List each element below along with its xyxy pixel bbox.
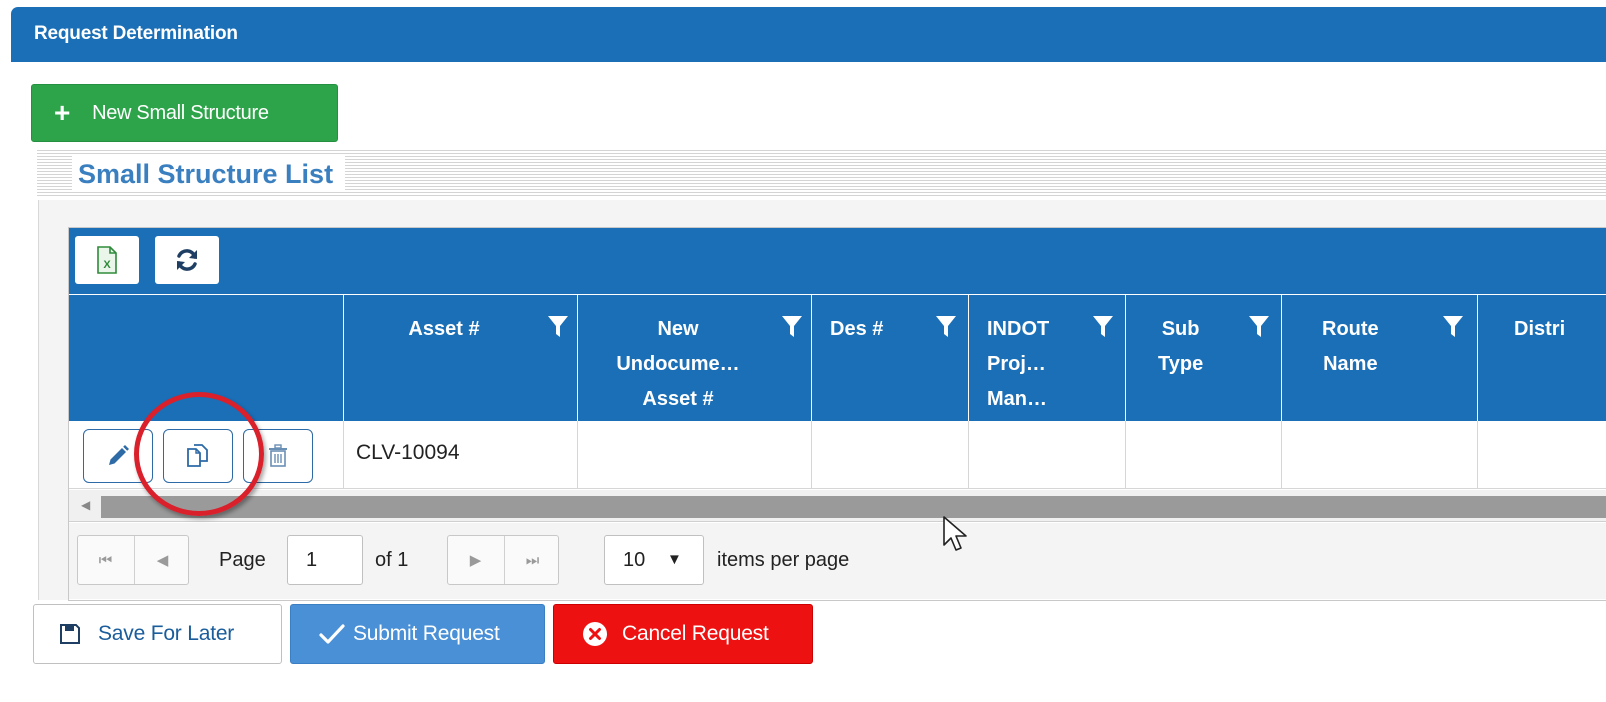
refresh-icon <box>177 249 197 271</box>
items-per-page-label: items per page <box>717 549 850 571</box>
annotation-circle <box>134 392 264 516</box>
next-page-button[interactable]: ▶ <box>448 536 503 584</box>
column-header-label: Asset # <box>642 388 714 410</box>
filter-icon[interactable] <box>547 315 569 339</box>
scroll-left-icon[interactable]: ◀ <box>81 498 90 512</box>
save-for-later-button[interactable]: Save For Later <box>33 604 282 664</box>
dropdown-arrow-icon: ▼ <box>667 551 682 568</box>
excel-export-icon: X <box>97 246 117 274</box>
pager-forward-group: ▶ ⏭ <box>447 535 559 585</box>
check-icon <box>319 624 345 644</box>
section-heading: Small Structure List <box>37 150 1606 198</box>
submit-request-label: Submit Request <box>353 622 500 645</box>
grid-toolbar: X <box>69 228 1606 295</box>
filter-icon[interactable] <box>1092 315 1114 339</box>
page-number-input[interactable]: 1 <box>287 535 363 585</box>
des-cell <box>811 421 968 489</box>
column-header-asset[interactable]: Asset # <box>343 295 577 421</box>
district-cell <box>1477 421 1606 489</box>
plus-icon: + <box>54 97 71 128</box>
table-row: CLV-10094 <box>69 421 1606 489</box>
page-title: Request Determination <box>34 23 238 44</box>
page: Request Determination + New Small Struct… <box>0 0 1606 702</box>
new-undocumented-cell <box>577 421 811 489</box>
horizontal-scrollbar[interactable]: ◀ <box>69 490 1606 522</box>
section-title: Small Structure List <box>72 156 346 192</box>
prev-page-icon: ◀ <box>156 552 169 569</box>
next-page-icon: ▶ <box>469 552 482 569</box>
asset-cell: CLV-10094 <box>343 421 577 489</box>
pager: ⏮ ◀ Page 1 of 1 ▶ ⏭ 10 ▼ items per page <box>69 523 1606 599</box>
column-header-label: INDOT <box>987 318 1050 340</box>
column-header-sub-type[interactable]: Sub Type <box>1125 295 1281 421</box>
first-page-button[interactable]: ⏮ <box>78 536 133 584</box>
refresh-button[interactable] <box>155 236 219 284</box>
small-structure-grid: X Asset # New Undocume… Asset # Des # IN… <box>68 227 1606 601</box>
column-header-label: Asset # <box>408 318 480 340</box>
column-header-label: Undocume… <box>616 353 740 375</box>
mouse-cursor-icon <box>943 516 967 551</box>
header-bar: Request Determination <box>11 7 1606 62</box>
svg-text:X: X <box>103 259 111 271</box>
trash-icon <box>269 444 287 467</box>
column-header-label: Distri <box>1514 318 1566 340</box>
last-page-icon: ⏭ <box>525 551 540 569</box>
page-count-label: of 1 <box>375 549 409 571</box>
indot-cell <box>968 421 1125 489</box>
column-header-label: Route <box>1322 318 1379 340</box>
column-header-label: Type <box>1158 353 1204 375</box>
column-header-label: Des # <box>830 318 884 340</box>
scrollbar-thumb[interactable] <box>101 496 1606 518</box>
page-size-value: 10 <box>623 549 646 571</box>
cancel-request-button[interactable]: Cancel Request <box>553 604 813 664</box>
column-header-label: New <box>657 318 699 340</box>
prev-page-button[interactable]: ◀ <box>134 536 190 584</box>
column-header-des[interactable]: Des # <box>811 295 968 421</box>
page-size-select[interactable]: 10 ▼ <box>604 535 704 585</box>
save-floppy-icon <box>60 624 80 644</box>
column-header-label: Man… <box>987 388 1047 410</box>
column-header-route-name[interactable]: Route Name <box>1281 295 1477 421</box>
save-for-later-label: Save For Later <box>98 622 235 645</box>
page-label: Page <box>219 549 266 571</box>
asset-number-value: CLV-10094 <box>356 441 460 464</box>
first-page-icon: ⏮ <box>98 551 113 569</box>
new-small-structure-button[interactable]: + New Small Structure <box>31 84 338 142</box>
excel-export-button[interactable]: X <box>75 236 139 284</box>
pager-back-group: ⏮ ◀ <box>77 535 189 585</box>
submit-request-button[interactable]: Submit Request <box>290 604 545 664</box>
column-header-district[interactable]: Distri <box>1477 295 1606 421</box>
route-name-cell <box>1281 421 1477 489</box>
edit-pencil-icon <box>109 445 129 465</box>
filter-icon[interactable] <box>1442 315 1464 339</box>
grid-header-row: Asset # New Undocume… Asset # Des # INDO… <box>69 295 1606 421</box>
last-page-button[interactable]: ⏭ <box>504 536 560 584</box>
column-header-label: Proj… <box>987 353 1046 375</box>
column-header-label: Name <box>1323 353 1378 375</box>
cancel-x-icon <box>583 622 607 646</box>
new-small-structure-label: New Small Structure <box>92 101 269 124</box>
cancel-request-label: Cancel Request <box>622 622 769 645</box>
column-header-label: Sub <box>1161 318 1200 340</box>
filter-icon[interactable] <box>1248 315 1270 339</box>
column-header-new-undocumented[interactable]: New Undocume… Asset # <box>577 295 811 421</box>
column-header-indot-project-manager[interactable]: INDOT Proj… Man… <box>968 295 1125 421</box>
filter-icon[interactable] <box>935 315 957 339</box>
filter-icon[interactable] <box>781 315 803 339</box>
sub-type-cell <box>1125 421 1281 489</box>
